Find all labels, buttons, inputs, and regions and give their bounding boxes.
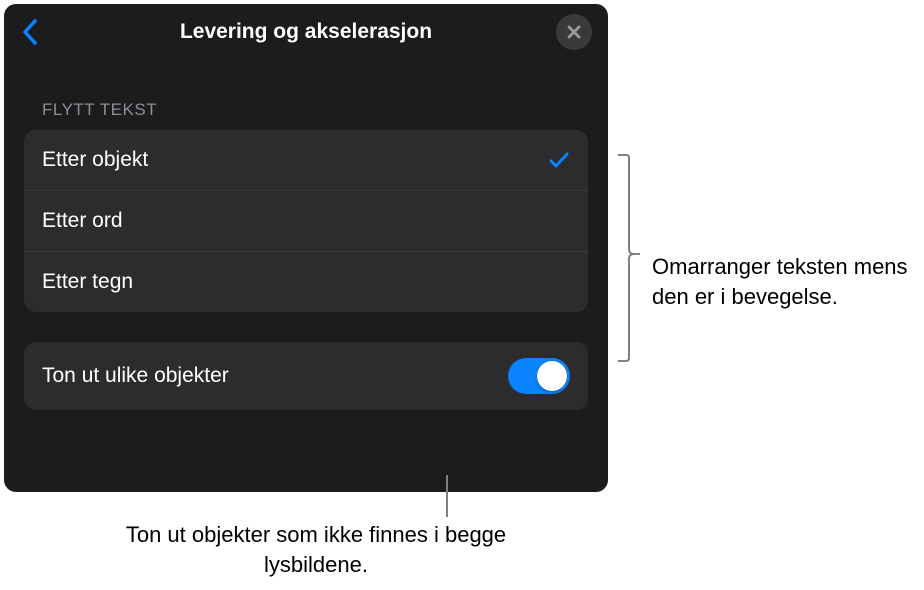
close-button[interactable]: [556, 14, 592, 50]
annotation-reorder: Omarranger teksten mens den er i bevegel…: [652, 252, 922, 311]
back-button[interactable]: [16, 18, 44, 46]
page-title: Levering og akselerasjon: [180, 20, 432, 44]
toggle-knob: [537, 361, 567, 391]
chevron-left-icon: [21, 18, 39, 46]
option-by-object[interactable]: Etter objekt: [24, 130, 588, 191]
option-by-word[interactable]: Etter ord: [24, 191, 588, 252]
toggle-group: Ton ut ulike objekter: [24, 342, 588, 410]
callout-bracket: [616, 153, 642, 363]
content-area: FLYTT TEKST Etter objekt Etter ord Etter…: [4, 60, 608, 410]
fade-toggle-row: Ton ut ulike objekter: [24, 342, 588, 410]
close-icon: [566, 24, 582, 40]
option-label: Etter ord: [42, 209, 123, 233]
callout-line: [446, 475, 448, 517]
fade-toggle-switch[interactable]: [508, 358, 570, 394]
option-by-character[interactable]: Etter tegn: [24, 252, 588, 312]
checkmark-icon: [548, 149, 570, 171]
annotation-fade: Ton ut objekter som ikke finnes i begge …: [106, 520, 526, 579]
header: Levering og akselerasjon: [4, 4, 608, 60]
option-label: Etter tegn: [42, 270, 133, 294]
settings-panel: Levering og akselerasjon FLYTT TEKST Ett…: [4, 4, 608, 492]
text-move-options: Etter objekt Etter ord Etter tegn: [24, 130, 588, 312]
toggle-label: Ton ut ulike objekter: [42, 364, 229, 388]
section-label: FLYTT TEKST: [42, 100, 588, 120]
option-label: Etter objekt: [42, 148, 148, 172]
